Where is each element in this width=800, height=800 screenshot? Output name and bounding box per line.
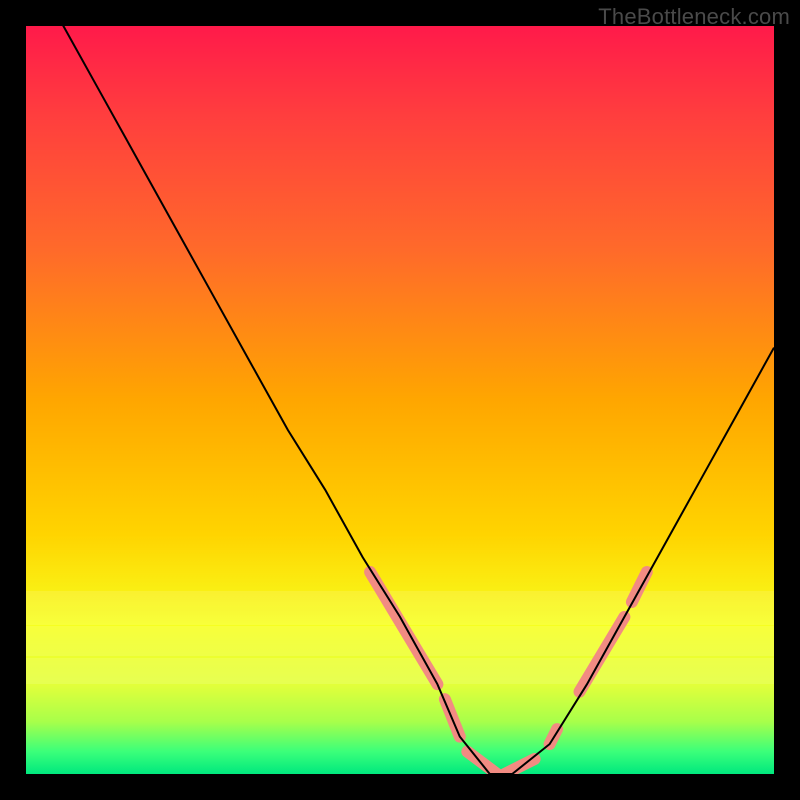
marker-segments xyxy=(370,572,647,774)
watermark-text: TheBottleneck.com xyxy=(598,4,790,30)
chart-frame: TheBottleneck.com xyxy=(0,0,800,800)
bottleneck-curve xyxy=(26,26,774,774)
bottleneck-curve-svg xyxy=(26,26,774,774)
marker-segment xyxy=(505,759,535,774)
plot-area xyxy=(26,26,774,774)
marker-segment xyxy=(467,752,497,774)
